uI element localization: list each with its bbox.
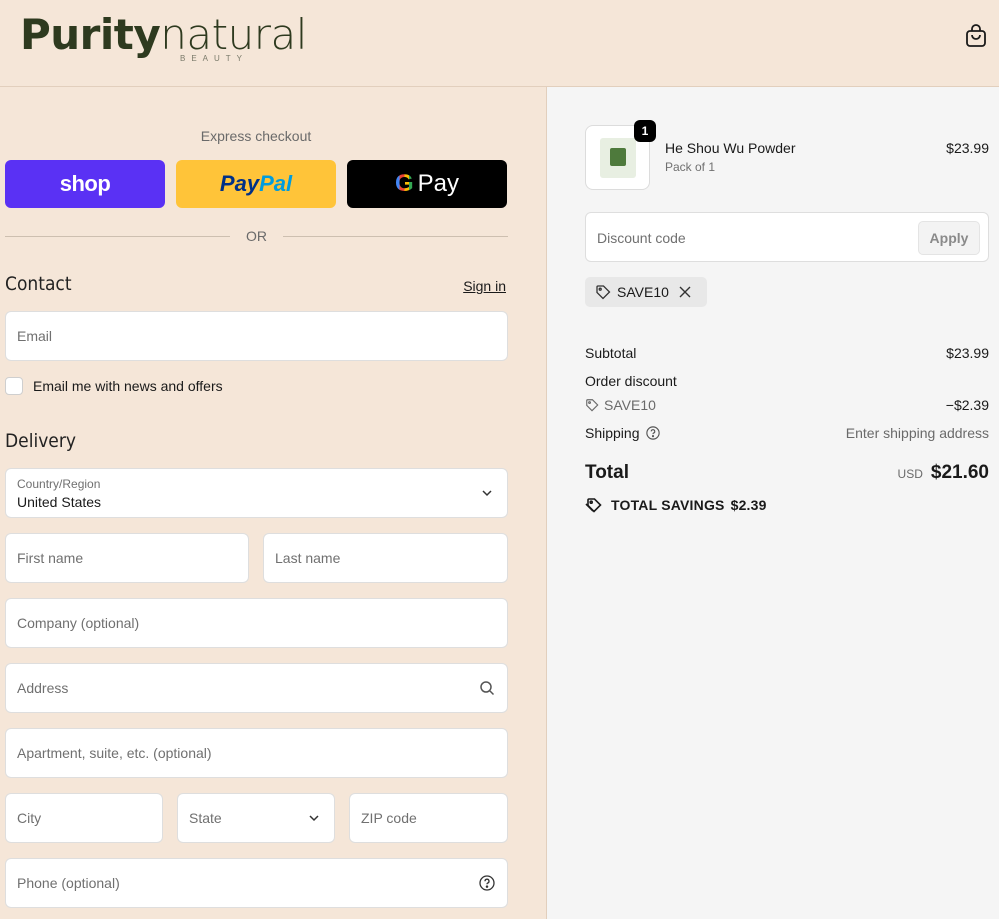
country-label: Country/Region (17, 477, 101, 491)
divider-line (5, 235, 230, 237)
product-variant: Pack of 1 (665, 160, 716, 174)
help-circle-icon[interactable] (645, 426, 660, 440)
currency-code: USD (897, 467, 923, 481)
total-savings: TOTAL SAVINGS $2.39 (585, 497, 767, 513)
sign-in-link[interactable]: Sign in (463, 278, 506, 294)
product-image (600, 138, 636, 178)
tag-icon (586, 399, 599, 412)
divider-line (283, 235, 508, 237)
product-name: He Shou Wu Powder (665, 140, 796, 156)
subtotal-value: $23.99 (946, 345, 989, 361)
quantity-badge: 1 (634, 120, 656, 142)
address-field[interactable]: Address (5, 663, 508, 713)
subtotal-label: Subtotal (585, 345, 637, 361)
chevron-down-icon (309, 815, 319, 822)
newsletter-label: Email me with news and offers (33, 378, 223, 394)
or-text: OR (246, 228, 267, 244)
zip-field[interactable]: ZIP code (349, 793, 508, 843)
paypal-label-1: Pay (219, 171, 260, 196)
google-g-icon: G (394, 170, 414, 197)
total-row: Total USD $21.60 (585, 462, 989, 484)
search-icon[interactable] (479, 680, 495, 696)
country-select[interactable]: Country/Region United States (5, 468, 508, 518)
total-value: $21.60 (930, 462, 989, 483)
country-value: United States (17, 494, 102, 510)
discount-placeholder: Discount code (597, 230, 686, 246)
close-icon[interactable] (679, 286, 691, 298)
logo-text: Puritynatural (20, 10, 307, 59)
savings-label: TOTAL SAVINGS (611, 497, 725, 513)
email-field[interactable]: Email (5, 311, 508, 361)
help-circle-icon[interactable] (479, 875, 495, 891)
shipping-label: Shipping (585, 425, 640, 441)
company-field[interactable]: Company (optional) (5, 598, 508, 648)
email-placeholder: Email (17, 328, 53, 344)
paypal-label-2: Pal (259, 171, 293, 196)
shop-pay-label: shop (59, 171, 111, 196)
chevron-down-icon (482, 490, 492, 497)
state-select[interactable]: State (177, 793, 335, 843)
company-placeholder: Company (optional) (17, 615, 140, 631)
apply-discount-button[interactable]: Apply (918, 221, 980, 255)
applied-code-label: SAVE10 (617, 284, 669, 300)
discount-code-line: SAVE10 (585, 397, 656, 413)
last-name-placeholder: Last name (275, 550, 341, 566)
total-label: Total (585, 462, 629, 483)
savings-tag-icon (585, 498, 602, 513)
shop-pay-button[interactable]: shop (5, 160, 165, 208)
phone-field[interactable]: Phone (optional) (5, 858, 508, 908)
phone-placeholder: Phone (optional) (17, 875, 120, 891)
shipping-label-group: Shipping (585, 425, 660, 441)
discount-code-text: SAVE10 (604, 397, 656, 413)
paypal-button[interactable]: Pay Pal (176, 160, 336, 208)
apartment-field[interactable]: Apartment, suite, etc. (optional) (5, 728, 508, 778)
apartment-placeholder: Apartment, suite, etc. (optional) (17, 745, 212, 761)
google-pay-label: Pay (417, 170, 460, 197)
subtotal-row: Subtotal $23.99 (585, 345, 989, 361)
product-price: $23.99 (946, 140, 989, 156)
first-name-placeholder: First name (17, 550, 84, 566)
or-divider: OR (5, 227, 508, 245)
express-checkout-label: Express checkout (200, 128, 312, 144)
checkout-form-column: Express checkout shop Pay Pal G Pay OR Con… (0, 87, 547, 919)
address-placeholder: Address (17, 680, 69, 696)
first-name-field[interactable]: First name (5, 533, 249, 583)
state-placeholder: State (189, 810, 222, 826)
total-amount-group: USD $21.60 (898, 462, 989, 484)
header: Puritynatural BEAUTY (0, 0, 999, 87)
newsletter-checkbox[interactable] (5, 377, 23, 395)
city-placeholder: City (17, 810, 42, 826)
discount-code-row: SAVE10 −$2.39 (585, 397, 989, 413)
order-summary-column: 1 He Shou Wu Powder Pack of 1 $23.99 Dis… (547, 87, 999, 919)
applied-discount-chip: SAVE10 (585, 277, 707, 307)
logo-subtitle: BEAUTY (180, 54, 249, 63)
savings-value: $2.39 (730, 497, 767, 513)
last-name-field[interactable]: Last name (263, 533, 508, 583)
contact-heading: Contact (5, 273, 72, 295)
brand-logo[interactable]: Puritynatural BEAUTY (20, 10, 307, 63)
city-field[interactable]: City (5, 793, 163, 843)
bag-icon[interactable] (965, 24, 987, 48)
zip-placeholder: ZIP code (361, 810, 417, 826)
shipping-value: Enter shipping address (845, 425, 989, 441)
shipping-row: Shipping Enter shipping address (585, 425, 989, 441)
order-discount-label: Order discount (585, 373, 677, 389)
google-pay-button[interactable]: G Pay (347, 160, 507, 208)
tag-icon (596, 285, 611, 300)
discount-value: −$2.39 (945, 397, 989, 413)
order-discount-row: Order discount (585, 373, 989, 389)
delivery-heading: Delivery (5, 430, 76, 452)
newsletter-option[interactable]: Email me with news and offers (5, 377, 223, 395)
discount-code-field[interactable]: Discount code Apply (585, 212, 989, 262)
